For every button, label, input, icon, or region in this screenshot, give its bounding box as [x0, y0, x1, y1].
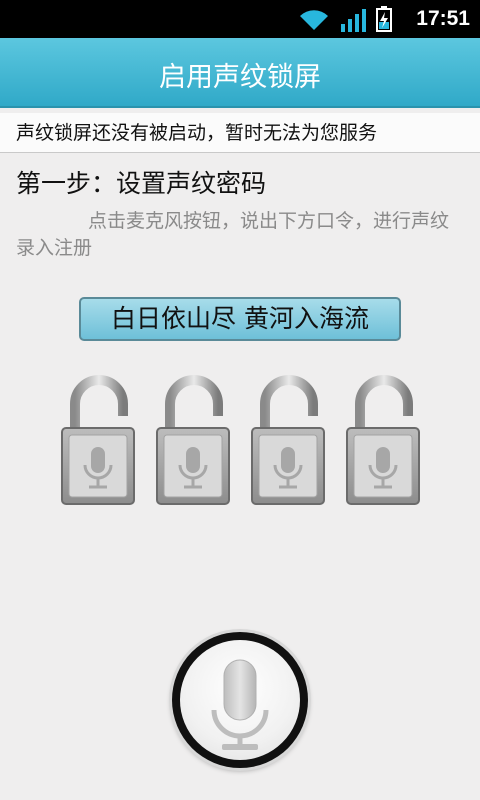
unlocked-padlock-microphone-icon: [251, 375, 325, 505]
lock-slot-1: [60, 370, 136, 510]
voice-sample-progress: [0, 370, 480, 510]
status-time: 17:51: [416, 7, 470, 30]
record-voice-button[interactable]: [172, 632, 308, 768]
unlocked-padlock-microphone-icon: [61, 375, 135, 505]
battery-charging-icon: [376, 6, 392, 32]
wifi-icon: [300, 10, 328, 30]
lock-slot-4: [345, 370, 421, 510]
page-title: 启用声纹锁屏: [159, 62, 321, 93]
title-bar: 启用声纹锁屏: [0, 38, 480, 108]
unlocked-padlock-microphone-icon: [156, 375, 230, 505]
signal-icon: [341, 9, 366, 32]
lock-slot-3: [250, 370, 326, 510]
step-instruction: 点击麦克风按钮，说出下方口令，进行声纹录入注册: [16, 210, 450, 259]
status-icons: [298, 6, 392, 32]
lock-slot-2: [155, 370, 231, 510]
microphone-icon: [211, 659, 269, 750]
unlocked-padlock-microphone-icon: [346, 375, 420, 505]
status-bar: 17:51: [0, 0, 480, 38]
passphrase-label: 白日依山尽 黄河入海流: [79, 297, 401, 341]
step-title: 第一步：设置声纹密码: [16, 169, 267, 198]
status-notice: 声纹锁屏还没有被启动，暂时无法为您服务: [0, 113, 480, 153]
